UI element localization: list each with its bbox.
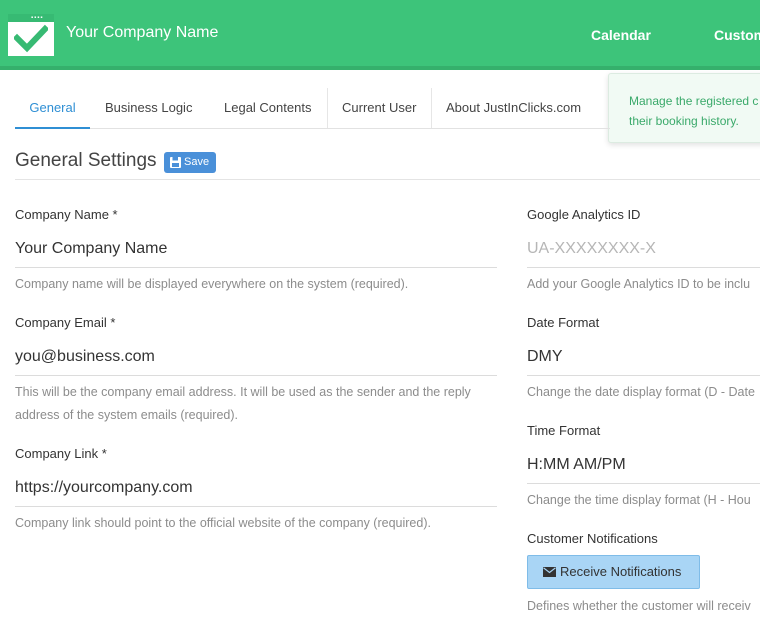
checkmark-icon	[14, 24, 48, 53]
google-analytics-input[interactable]: UA-XXXXXXXX-X	[527, 240, 656, 258]
tab-separator	[431, 88, 432, 128]
company-email-input[interactable]: you@business.com	[15, 348, 155, 366]
tooltip-line-1: Manage the registered c	[629, 94, 759, 108]
date-format-label: Date Format	[527, 315, 600, 330]
company-email-underline	[15, 375, 497, 376]
settings-tabs: General Business Logic Legal Contents Cu…	[15, 88, 610, 129]
navbar-bottom-border	[0, 66, 760, 70]
google-analytics-help: Add your Google Analytics ID to be inclu	[527, 277, 751, 291]
company-name-label: Company Name *	[15, 207, 118, 222]
tab-about[interactable]: About JustInClicks.com	[446, 88, 581, 129]
floppy-disk-icon	[170, 157, 181, 168]
company-email-help-line-1: This will be the company email address. …	[15, 385, 471, 399]
logo-dots-icon: ▪▪▪▪	[31, 15, 44, 21]
tab-separator	[327, 88, 328, 128]
app-logo[interactable]: ▪▪▪▪	[8, 14, 54, 56]
title-divider	[15, 179, 760, 180]
customer-notifications-help: Defines whether the customer will receiv	[527, 599, 751, 613]
nav-calendar-link[interactable]: Calendar	[591, 27, 651, 43]
save-button-label: Save	[184, 156, 210, 168]
date-format-select[interactable]: DMY	[527, 348, 563, 366]
customer-notifications-label: Customer Notifications	[527, 531, 658, 546]
company-name-input[interactable]: Your Company Name	[15, 240, 167, 258]
envelope-icon	[543, 567, 556, 577]
tab-business-logic[interactable]: Business Logic	[105, 88, 192, 129]
tooltip-line-2: their booking history.	[629, 114, 739, 128]
company-email-help-line-2: address of the system emails (required).	[15, 408, 239, 422]
date-format-help: Change the date display format (D - Date	[527, 385, 755, 399]
tab-current-user[interactable]: Current User	[342, 88, 416, 129]
company-link-help: Company link should point to the officia…	[15, 516, 431, 530]
company-link-input[interactable]: https://yourcompany.com	[15, 479, 193, 497]
company-email-label: Company Email *	[15, 315, 116, 330]
date-format-underline	[527, 375, 760, 376]
time-format-label: Time Format	[527, 423, 601, 438]
company-link-underline	[15, 506, 497, 507]
save-button[interactable]: Save	[164, 152, 216, 173]
top-navbar: ▪▪▪▪ Your Company Name Calendar Custom	[0, 0, 760, 70]
google-analytics-underline	[527, 267, 760, 268]
nav-customers-link[interactable]: Custom	[714, 27, 760, 43]
tab-legal-contents[interactable]: Legal Contents	[224, 88, 311, 129]
google-analytics-label: Google Analytics ID	[527, 207, 641, 222]
page-title: General Settings	[15, 150, 157, 171]
tab-general[interactable]: General	[15, 88, 90, 129]
company-name-help: Company name will be displayed everywher…	[15, 277, 409, 291]
nav-tooltip: Manage the registered c their booking hi…	[608, 73, 760, 143]
receive-notifications-label: Receive Notifications	[560, 564, 682, 579]
receive-notifications-toggle[interactable]: Receive Notifications	[527, 555, 700, 589]
time-format-underline	[527, 483, 760, 484]
time-format-help: Change the time display format (H - Hou	[527, 493, 751, 507]
navbar-company-name[interactable]: Your Company Name	[66, 24, 218, 42]
company-name-underline	[15, 267, 497, 268]
company-link-label: Company Link *	[15, 446, 107, 461]
time-format-select[interactable]: H:MM AM/PM	[527, 456, 626, 474]
